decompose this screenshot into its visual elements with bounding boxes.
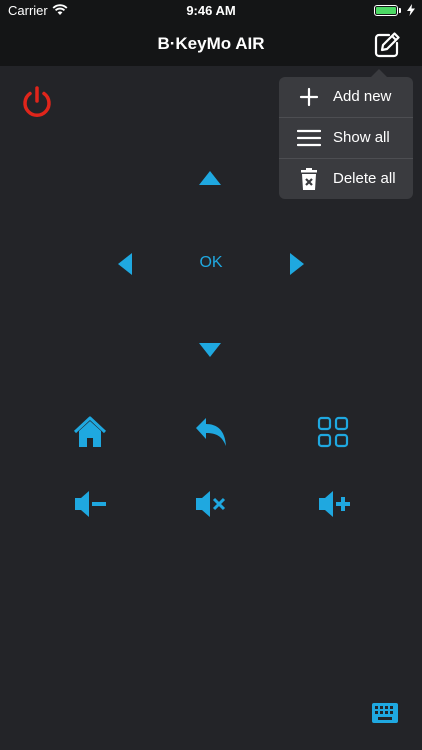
volume-down-icon	[75, 491, 106, 517]
popover-menu: Add new Show all Delete all	[279, 77, 413, 199]
volume-up-icon	[319, 491, 350, 517]
page-title: B·KeyMo AIR	[157, 34, 265, 53]
volume-up-button[interactable]	[316, 486, 352, 522]
arrow-down-icon	[199, 343, 221, 357]
plus-icon	[299, 87, 319, 107]
power-button[interactable]	[20, 85, 54, 119]
charging-icon	[407, 4, 415, 19]
clock: 9:46 AM	[186, 3, 236, 18]
power-icon	[23, 86, 51, 117]
arrow-right-icon	[290, 253, 304, 275]
arrow-left-icon	[118, 253, 132, 275]
menu-item-add-new[interactable]: Add new	[279, 77, 413, 117]
apps-button[interactable]	[316, 415, 352, 451]
dpad-down-button[interactable]	[198, 342, 222, 363]
mute-icon	[196, 491, 226, 517]
home-button[interactable]	[72, 414, 108, 450]
mute-button[interactable]	[193, 486, 229, 522]
arrow-up-icon	[199, 171, 221, 185]
menu-item-delete-all[interactable]: Delete all	[279, 159, 413, 199]
keyboard-icon	[372, 703, 398, 723]
dpad-right-button[interactable]	[289, 252, 305, 281]
back-button[interactable]	[193, 414, 229, 450]
dpad-up-button[interactable]	[198, 170, 222, 191]
edit-button[interactable]	[372, 30, 402, 60]
list-icon	[297, 129, 321, 147]
volume-down-button[interactable]	[72, 486, 108, 522]
menu-item-label: Show all	[333, 129, 390, 146]
home-icon	[73, 416, 107, 447]
trash-icon	[301, 168, 317, 190]
menu-item-label: Add new	[333, 88, 392, 105]
keyboard-button[interactable]	[372, 703, 398, 723]
status-bar: Carrier 9:46 AM	[0, 0, 422, 22]
battery-icon	[374, 5, 398, 16]
apps-grid-icon	[317, 416, 349, 448]
ok-button[interactable]: OK	[190, 254, 232, 276]
menu-item-show-all[interactable]: Show all	[279, 118, 413, 158]
back-icon	[196, 418, 226, 446]
edit-icon	[374, 32, 400, 58]
dpad-left-button[interactable]	[117, 252, 133, 281]
navigation-bar: B·KeyMo AIR	[0, 22, 422, 66]
menu-item-label: Delete all	[333, 170, 396, 187]
battery-tip	[399, 8, 401, 13]
